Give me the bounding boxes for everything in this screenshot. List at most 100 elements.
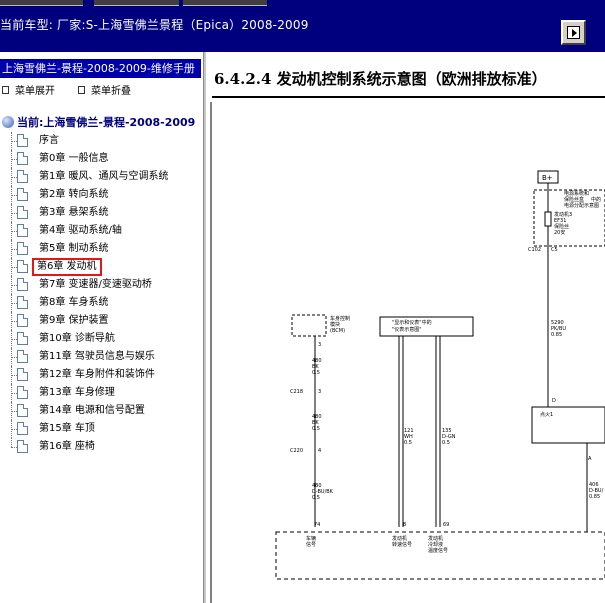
navigation-pane: 上海雪佛兰-景程-2008-2009-维修手册 菜单展开 菜单折叠 当前:上海雪… [0, 52, 203, 603]
fuse-block-text-4: 电源分配示意图 [564, 202, 599, 209]
bcm-box [291, 314, 327, 337]
document-page-icon [17, 224, 28, 237]
tree-item[interactable]: 第1章 暖风、通风与空调系统 [0, 168, 203, 186]
tree-item[interactable]: 第10章 诊断导航 [0, 330, 203, 348]
ecm-signal-1-line-1: 车辆 [306, 535, 316, 542]
fuse-name-3: 保险丝 [554, 223, 569, 230]
fuse-name-4: 20安 [554, 229, 565, 236]
tree-item-label: 第3章 悬架系统 [39, 207, 109, 218]
wire-5290-size: 0.85 [551, 332, 562, 338]
tree-item-label: 第16章 座椅 [39, 441, 95, 452]
ecm-signal-3-line-1: 发动机 [428, 535, 443, 542]
fuse-block-text-2: 保险丝盒 [564, 196, 584, 203]
wire-121-size: 0.5 [404, 440, 412, 446]
toolbar-button-2[interactable] [94, 0, 179, 6]
tree-item[interactable]: 第4章 驱动系统/轴 [0, 222, 203, 240]
tree-item-label: 第13章 车身修理 [39, 387, 115, 398]
document-page-icon [17, 188, 28, 201]
document-page-icon [17, 206, 28, 219]
ecm-pin-69: 69 [443, 522, 449, 528]
wire-2-size: 0.5 [312, 426, 320, 432]
tree-item-label: 第2章 转向系统 [39, 189, 109, 200]
pin-a: A [588, 456, 592, 462]
connector-c5: C5 [551, 247, 558, 253]
play-arrow-icon [567, 26, 580, 39]
tree-item-label: 第8章 车身系统 [39, 297, 109, 308]
battery-positive-label: B+ [542, 174, 553, 182]
bcm-text-3: (BCM) [330, 328, 345, 334]
ecm-pin-74: 74 [314, 522, 320, 528]
c218-pin: 3 [318, 389, 321, 395]
connector-c102: C102 [528, 247, 541, 253]
wire-406-size: 0.85 [589, 494, 600, 500]
tree-tools: 菜单展开 菜单折叠 [0, 81, 203, 97]
tree-item[interactable]: 第12章 车身附件和装饰件 [0, 366, 203, 384]
collapse-menu-button[interactable]: 菜单折叠 [78, 82, 131, 97]
bcm-text-2: 模块 [330, 321, 340, 328]
tree-item-label: 第5章 制动系统 [39, 243, 109, 254]
tree-item[interactable]: 第13章 车身修理 [0, 384, 203, 402]
document-page-icon [17, 350, 28, 363]
document-page-icon [17, 440, 28, 453]
tree-item[interactable]: 第5章 制动系统 [0, 240, 203, 258]
ecm-signal-2-line-1: 发动机 [392, 535, 407, 542]
tree-root[interactable]: 当前:上海雪佛兰-景程-2008-2009 [0, 114, 195, 130]
collapse-menu-label: 菜单折叠 [91, 86, 131, 97]
ignition-relay-label: 点火1 [540, 412, 553, 418]
tree-item[interactable]: 第2章 转向系统 [0, 186, 203, 204]
tree-item[interactable]: 第7章 变速器/变速驱动桥 [0, 276, 203, 294]
expand-menu-label: 菜单展开 [15, 86, 55, 97]
tree-item[interactable]: 第14章 电源和信号配置 [0, 402, 203, 420]
expand-icon [2, 85, 9, 94]
document-page-icon [17, 152, 28, 165]
tree-item-label: 第15章 车顶 [39, 423, 95, 434]
tree-item[interactable]: 第16章 座椅 [0, 438, 203, 456]
tree-item-label: 第14章 电源和信号配置 [39, 405, 145, 416]
tree-item[interactable]: 第0章 一般信息 [0, 150, 203, 168]
document-pane: 6.4.2.4 发动机控制系统示意图（欧洲排放标准） B+ 电源系统和 保险丝盒… [206, 52, 605, 603]
tree-item[interactable]: 第6章 发动机 [0, 258, 203, 276]
c220-pin: 4 [318, 448, 321, 454]
ecm-signal-1-line-2: 信号 [306, 541, 316, 548]
tree-branch-line [11, 438, 12, 447]
fuse-name-1: 发动机3 [554, 211, 572, 218]
expand-menu-button[interactable]: 菜单展开 [2, 82, 55, 97]
tree-item-label: 第10章 诊断导航 [39, 333, 115, 344]
tree-item-label: 第11章 驾驶员信息与娱乐 [39, 351, 155, 362]
toolbar-button-3[interactable] [183, 0, 267, 6]
tree-item[interactable]: 序言 [0, 132, 203, 150]
tree-item[interactable]: 第11章 驾驶员信息与娱乐 [0, 348, 203, 366]
tree-item-label: 第1章 暖风、通风与空调系统 [39, 171, 169, 182]
document-page-icon [17, 314, 28, 327]
tree-item-label: 第7章 变速器/变速驱动桥 [39, 279, 152, 290]
document-page-icon [17, 170, 28, 183]
tree-root-label: 当前:上海雪佛兰-景程-2008-2009 [17, 116, 196, 129]
document-page-icon [17, 422, 28, 435]
current-vehicle-label: 当前车型: 厂家:S-上海雪佛兰景程（Epica）2008-2009 [0, 18, 309, 32]
document-page-icon [17, 134, 28, 147]
document-page-icon [17, 278, 28, 291]
fuse-block-text-1: 电源系统和 [564, 190, 589, 197]
pin-d: D [552, 398, 556, 404]
instrument-text-1: "显示和仪表"中的 [392, 319, 432, 326]
ecm-pin-8: 8 [403, 522, 406, 528]
ecm-signal-3-line-3: 温度信号 [428, 547, 448, 554]
tree-item[interactable]: 第9章 保护装置 [0, 312, 203, 330]
next-page-button[interactable] [561, 20, 586, 45]
fuse-block-text-3: 中的 [591, 196, 601, 203]
fuse-symbol [544, 211, 552, 227]
instrument-text-2: "仪表示意图" [392, 326, 422, 333]
tree-item[interactable]: 第15章 车顶 [0, 420, 203, 438]
globe-icon [2, 116, 14, 128]
tree-item[interactable]: 第8章 车身系统 [0, 294, 203, 312]
tree-item-label: 第6章 发动机 [32, 258, 102, 276]
wire-3-size: 0.5 [312, 495, 320, 501]
manual-title: 上海雪佛兰-景程-2008-2009-维修手册 [0, 59, 201, 78]
tree-item[interactable]: 第3章 悬架系统 [0, 204, 203, 222]
title-divider [212, 96, 605, 98]
toolbar-button-1[interactable] [0, 0, 83, 6]
wiring-diagram: B+ 电源系统和 保险丝盒 中的 电源分配示意图 发动机3 EF31 保险丝 2… [210, 102, 605, 603]
collapse-icon [78, 85, 85, 94]
document-page-icon [17, 296, 28, 309]
document-page-icon [17, 332, 28, 345]
